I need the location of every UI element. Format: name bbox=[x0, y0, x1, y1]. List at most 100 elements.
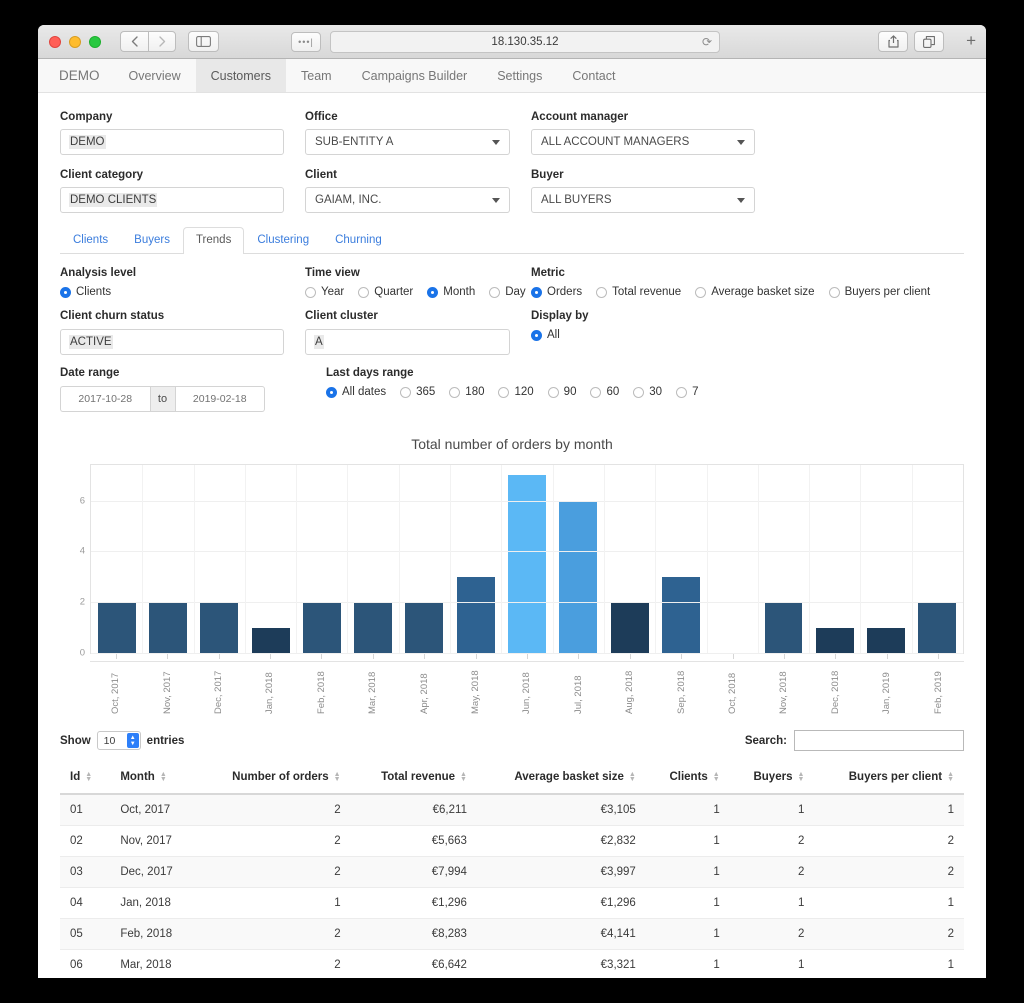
buyer-select[interactable]: ALL BUYERS bbox=[531, 187, 755, 213]
chart-bar[interactable] bbox=[302, 602, 341, 653]
tab-buyers[interactable]: Buyers bbox=[121, 227, 183, 254]
col-id[interactable]: Id ▲ ▼ bbox=[60, 763, 111, 795]
radio-time-view-day[interactable]: Day bbox=[489, 286, 526, 298]
maximize-window-button[interactable] bbox=[89, 35, 101, 48]
chart-vertical-gridline bbox=[193, 465, 195, 653]
radio-analysis-level-clients[interactable]: Clients bbox=[60, 286, 111, 298]
add-tab-button[interactable]: + bbox=[966, 32, 976, 49]
table-cell: 04 bbox=[60, 887, 111, 919]
tab-overview-button[interactable]: •••| bbox=[291, 32, 321, 52]
tab-clients[interactable]: Clients bbox=[60, 227, 121, 254]
radio-last-days-7[interactable]: 7 bbox=[676, 386, 698, 398]
radio-metric-orders[interactable]: Orders bbox=[531, 286, 582, 298]
radio-metric-average-basket-size[interactable]: Average basket size bbox=[695, 286, 815, 298]
chart-bar[interactable] bbox=[456, 576, 495, 653]
radio-metric-buyers-per-client[interactable]: Buyers per client bbox=[828, 286, 930, 298]
chart-vertical-gridline bbox=[398, 465, 400, 653]
radio-last-days-365[interactable]: 365 bbox=[400, 386, 435, 398]
radio-display-by-all[interactable]: All bbox=[531, 329, 560, 341]
col-buyers-per-client[interactable]: Buyers per client ▲ ▼ bbox=[814, 763, 964, 795]
date-range-to-input[interactable]: 2019-02-18 bbox=[175, 386, 265, 412]
nav-item-contact[interactable]: Contact bbox=[557, 59, 630, 92]
chart-bar[interactable] bbox=[661, 576, 700, 653]
chart-bar[interactable] bbox=[405, 602, 444, 653]
group-metric: Metric Orders Total revenue Average bask… bbox=[531, 267, 964, 298]
chart-bar[interactable] bbox=[508, 475, 546, 653]
nav-item-overview[interactable]: Overview bbox=[114, 59, 196, 92]
radio-last-days-180[interactable]: 180 bbox=[449, 386, 484, 398]
table-cell: 2 bbox=[197, 949, 351, 978]
chart-bar[interactable] bbox=[354, 602, 393, 653]
chart-bar[interactable] bbox=[815, 627, 854, 653]
nav-item-campaigns-builder[interactable]: Campaigns Builder bbox=[347, 59, 483, 92]
search-input[interactable] bbox=[794, 730, 964, 751]
radio-last-days-60[interactable]: 60 bbox=[590, 386, 619, 398]
tab-trends[interactable]: Trends bbox=[182, 227, 245, 254]
nav-item-team[interactable]: Team bbox=[286, 59, 347, 92]
minimize-window-button[interactable] bbox=[69, 35, 81, 48]
company-input[interactable]: DEMO bbox=[60, 129, 284, 155]
radio-last-days-all-dates[interactable]: All dates bbox=[326, 386, 386, 398]
label-client-churn-status: Client churn status bbox=[60, 310, 165, 322]
group-analysis-level: Analysis level Clients bbox=[60, 267, 284, 298]
app-brand[interactable]: DEMO bbox=[59, 59, 114, 92]
table-row[interactable]: 03 Dec, 2017 2 €7,994 €3,997 1 2 2 bbox=[60, 856, 964, 888]
client-category-input[interactable]: DEMO CLIENTS bbox=[60, 187, 284, 213]
radio-time-view-month[interactable]: Month bbox=[427, 286, 475, 298]
chart-bar[interactable] bbox=[918, 602, 957, 653]
close-window-button[interactable] bbox=[49, 35, 61, 48]
client-select[interactable]: GAIAM, INC. bbox=[305, 187, 510, 213]
table-row[interactable]: 01 Oct, 2017 2 €6,211 €3,105 1 1 1 bbox=[60, 794, 964, 826]
col-month[interactable]: Month ▲ ▼ bbox=[110, 763, 198, 795]
chart-bar[interactable] bbox=[764, 602, 803, 653]
nav-item-customers[interactable]: Customers bbox=[195, 59, 287, 92]
client-cluster-input[interactable]: A bbox=[305, 329, 510, 355]
radio-last-days-30[interactable]: 30 bbox=[633, 386, 662, 398]
radio-indicator bbox=[60, 286, 71, 298]
radio-last-days-120[interactable]: 120 bbox=[498, 386, 534, 398]
col-number-of-orders[interactable]: Number of orders ▲ ▼ bbox=[197, 763, 351, 795]
chart-bar[interactable] bbox=[559, 500, 598, 653]
col-total-revenue[interactable]: Total revenue ▲ ▼ bbox=[350, 763, 477, 795]
chart-bar[interactable] bbox=[251, 627, 290, 653]
office-select[interactable]: SUB-ENTITY A bbox=[305, 129, 510, 155]
entries-per-page-select[interactable]: 10 ▲ ▼ bbox=[96, 731, 141, 750]
table-cell: 03 bbox=[60, 856, 111, 888]
forward-button[interactable] bbox=[148, 31, 176, 52]
table-cell: 1 bbox=[814, 794, 964, 826]
chart-bar[interactable] bbox=[148, 602, 187, 653]
back-button[interactable] bbox=[120, 31, 148, 52]
sidebar-toggle-button[interactable] bbox=[188, 31, 219, 52]
table-cell: Oct, 2017 bbox=[110, 794, 198, 826]
col-average-basket-size[interactable]: Average basket size ▲ ▼ bbox=[476, 763, 646, 795]
address-bar[interactable]: 18.130.35.12 ⟳ bbox=[330, 31, 720, 53]
table-cell: 2 bbox=[197, 825, 351, 857]
share-button[interactable] bbox=[878, 31, 908, 52]
table-row[interactable]: 05 Feb, 2018 2 €8,283 €4,141 1 2 2 bbox=[60, 918, 964, 950]
client-churn-status-input[interactable]: ACTIVE bbox=[60, 329, 284, 355]
nav-item-settings[interactable]: Settings bbox=[482, 59, 557, 92]
col-label: Buyers per client bbox=[848, 771, 943, 783]
new-tab-button[interactable] bbox=[914, 31, 944, 52]
radio-time-view-quarter[interactable]: Quarter bbox=[358, 286, 413, 298]
stepper-arrows-icon[interactable]: ▲ ▼ bbox=[126, 733, 139, 748]
account-manager-select[interactable]: ALL ACCOUNT MANAGERS bbox=[531, 129, 755, 155]
chart-bar[interactable] bbox=[610, 602, 649, 653]
tab-clustering[interactable]: Clustering bbox=[244, 227, 322, 254]
chart-bar[interactable] bbox=[97, 602, 136, 653]
radio-time-view-year[interactable]: Year bbox=[305, 286, 344, 298]
col-clients[interactable]: Clients ▲ ▼ bbox=[645, 763, 730, 795]
table-row[interactable]: 06 Mar, 2018 2 €6,642 €3,321 1 1 1 bbox=[60, 949, 964, 978]
radio-metric-total-revenue[interactable]: Total revenue bbox=[596, 286, 681, 298]
table-row[interactable]: 02 Nov, 2017 2 €5,663 €2,832 1 2 2 bbox=[60, 825, 964, 857]
date-range-from-input[interactable]: 2017-10-28 bbox=[60, 386, 150, 412]
table-row[interactable]: 04 Jan, 2018 1 €1,296 €1,296 1 1 1 bbox=[60, 887, 964, 919]
reload-icon[interactable]: ⟳ bbox=[702, 36, 712, 48]
chart-bar[interactable] bbox=[200, 602, 239, 653]
sort-icon: ▲ ▼ bbox=[85, 771, 93, 783]
chart-y-tick-label: 0 bbox=[79, 647, 85, 659]
tab-churning[interactable]: Churning bbox=[322, 227, 395, 254]
chart-bar[interactable] bbox=[867, 627, 906, 653]
col-buyers[interactable]: Buyers ▲ ▼ bbox=[729, 763, 815, 795]
radio-last-days-90[interactable]: 90 bbox=[547, 386, 576, 398]
